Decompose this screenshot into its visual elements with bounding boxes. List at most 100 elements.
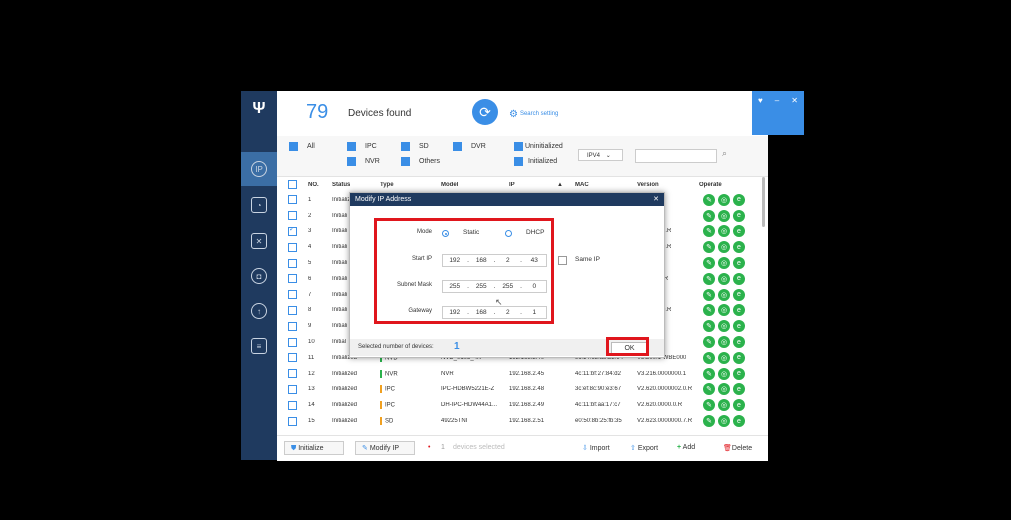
- minimize-button[interactable]: –: [775, 96, 779, 135]
- checkbox[interactable]: [401, 157, 410, 166]
- checkbox[interactable]: [347, 142, 356, 151]
- sidebar-item-ip[interactable]: IP: [241, 152, 277, 186]
- settings-icon[interactable]: ◎: [718, 383, 730, 396]
- edit-icon[interactable]: ✎: [703, 383, 715, 396]
- settings-icon[interactable]: ◎: [718, 351, 730, 364]
- row-checkbox[interactable]: [288, 258, 297, 268]
- edit-icon[interactable]: ✎: [703, 367, 715, 380]
- delete-button[interactable]: 🗑Delete: [723, 444, 752, 452]
- search-input[interactable]: [635, 149, 717, 163]
- column-header[interactable]: Model: [441, 182, 458, 188]
- row-checkbox[interactable]: [288, 416, 297, 426]
- row-checkbox[interactable]: [288, 337, 297, 347]
- table-row[interactable]: 15 Initialized SD 49225TNI 192.168.2.51 e0:50…: [277, 413, 768, 429]
- filter-nvr[interactable]: NVR: [347, 157, 380, 166]
- export-button[interactable]: ⇧ Export: [630, 444, 658, 452]
- row-checkbox[interactable]: [288, 384, 297, 394]
- web-icon[interactable]: e: [733, 304, 745, 317]
- row-checkbox[interactable]: [288, 226, 297, 236]
- filter-others[interactable]: Others: [401, 157, 440, 166]
- sidebar-item-upgrade[interactable]: ↑: [241, 294, 277, 328]
- settings-icon[interactable]: ◎: [718, 225, 730, 238]
- ip-version-select[interactable]: IPV4 ⌄: [578, 149, 623, 161]
- web-icon[interactable]: e: [733, 209, 745, 222]
- checkbox[interactable]: [289, 142, 298, 151]
- edit-icon[interactable]: ✎: [703, 272, 715, 285]
- settings-icon[interactable]: ◎: [718, 367, 730, 380]
- column-header[interactable]: NO.: [308, 182, 319, 188]
- column-header[interactable]: Version: [637, 182, 659, 188]
- settings-icon[interactable]: ◎: [718, 257, 730, 270]
- filter-dvr[interactable]: DVR: [453, 142, 486, 151]
- edit-icon[interactable]: ✎: [703, 320, 715, 333]
- row-checkbox[interactable]: [288, 305, 297, 315]
- column-header[interactable]: MAC: [575, 182, 589, 188]
- web-icon[interactable]: e: [733, 320, 745, 333]
- web-icon[interactable]: e: [733, 257, 745, 270]
- row-checkbox[interactable]: [288, 242, 297, 252]
- web-icon[interactable]: e: [733, 399, 745, 412]
- edit-icon[interactable]: ✎: [703, 257, 715, 270]
- table-row[interactable]: 14 Initialized IPC DH-IPC-HDW44A1... 192.168…: [277, 397, 768, 413]
- edit-icon[interactable]: ✎: [703, 193, 715, 206]
- web-icon[interactable]: e: [733, 272, 745, 285]
- sort-arrow-icon[interactable]: ▲: [557, 182, 563, 188]
- web-icon[interactable]: e: [733, 288, 745, 301]
- row-checkbox[interactable]: [288, 400, 297, 410]
- checkbox[interactable]: [514, 142, 523, 151]
- same-ip-checkbox[interactable]: [558, 256, 567, 265]
- import-button[interactable]: ⇩ Import: [582, 444, 610, 452]
- settings-icon[interactable]: ◎: [718, 272, 730, 285]
- filter-uninitialized[interactable]: Uninitialized: [514, 142, 563, 151]
- edit-icon[interactable]: ✎: [703, 304, 715, 317]
- web-icon[interactable]: e: [733, 351, 745, 364]
- row-checkbox[interactable]: [288, 321, 297, 331]
- initialize-button[interactable]: ⛊ Initialize: [284, 441, 344, 455]
- edit-icon[interactable]: ✎: [703, 241, 715, 254]
- column-header[interactable]: IP: [509, 182, 515, 188]
- edit-icon[interactable]: ✎: [703, 336, 715, 349]
- edit-icon[interactable]: ✎: [703, 225, 715, 238]
- web-icon[interactable]: e: [733, 241, 745, 254]
- settings-icon[interactable]: ◎: [718, 209, 730, 222]
- web-icon[interactable]: e: [733, 225, 745, 238]
- filter-sd[interactable]: SD: [401, 142, 429, 151]
- row-checkbox[interactable]: [288, 195, 297, 205]
- add-button[interactable]: + Add: [677, 444, 695, 451]
- edit-icon[interactable]: ✎: [703, 209, 715, 222]
- settings-icon[interactable]: ◎: [718, 399, 730, 412]
- edit-icon[interactable]: ✎: [703, 288, 715, 301]
- search-icon[interactable]: ⌕: [722, 148, 727, 159]
- column-header[interactable]: Status: [332, 182, 350, 188]
- settings-icon[interactable]: ◎: [718, 320, 730, 333]
- checkbox[interactable]: [453, 142, 462, 151]
- settings-icon[interactable]: ◎: [718, 193, 730, 206]
- web-icon[interactable]: e: [733, 336, 745, 349]
- checkbox[interactable]: [347, 157, 356, 166]
- sidebar-item-security[interactable]: ◘: [241, 259, 277, 293]
- edit-icon[interactable]: ✎: [703, 399, 715, 412]
- sidebar-item-camera[interactable]: ◔: [241, 188, 277, 222]
- settings-icon[interactable]: ◎: [718, 336, 730, 349]
- settings-icon[interactable]: ◎: [718, 415, 730, 428]
- modify-ip-button[interactable]: ✎ Modify IP: [355, 441, 415, 455]
- row-checkbox[interactable]: [288, 211, 297, 221]
- table-scrollbar[interactable]: [762, 177, 765, 227]
- web-icon[interactable]: e: [733, 367, 745, 380]
- filter-ipc[interactable]: IPC: [347, 142, 377, 151]
- table-row[interactable]: 13 Initialized IPC IPC-HDBW5221E-Z 192.168.2…: [277, 382, 768, 398]
- table-row[interactable]: 12 Initialized NVR NVR 192.168.2.45 4c:11:bf:…: [277, 366, 768, 382]
- favorite-icon[interactable]: ♥: [758, 96, 763, 135]
- row-checkbox[interactable]: [288, 274, 297, 284]
- sidebar-item-docs[interactable]: ≡: [241, 329, 277, 363]
- close-button[interactable]: ✕: [791, 96, 798, 135]
- settings-icon[interactable]: ◎: [718, 304, 730, 317]
- row-checkbox[interactable]: [288, 369, 297, 379]
- web-icon[interactable]: e: [733, 193, 745, 206]
- dialog-close-icon[interactable]: ✕: [653, 193, 659, 206]
- filter-all[interactable]: All: [289, 142, 315, 151]
- sidebar-item-tools[interactable]: ✕: [241, 224, 277, 258]
- column-header[interactable]: Type: [380, 182, 394, 188]
- web-icon[interactable]: e: [733, 383, 745, 396]
- checkbox[interactable]: [514, 157, 523, 166]
